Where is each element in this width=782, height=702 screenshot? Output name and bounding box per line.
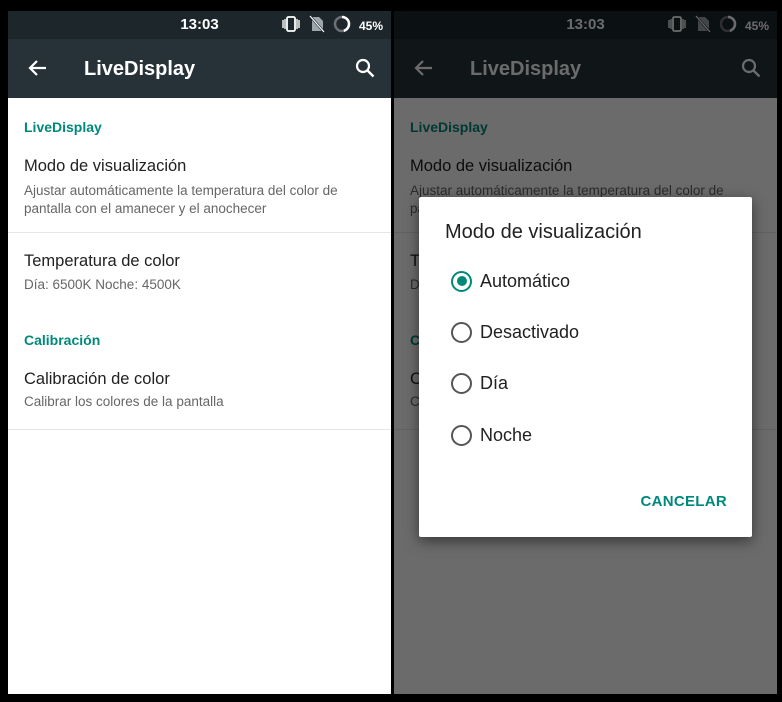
setting-summary: Día: 6500K Noche: 4500K: [24, 277, 181, 292]
no-sim-icon: [309, 15, 325, 37]
section-header-livedisplay: LiveDisplay: [24, 119, 102, 135]
app-bar: LiveDisplay: [8, 39, 391, 98]
setting-title: Modo de visualización: [24, 157, 187, 175]
screen-right: 13:03 45% LiveDisplay LiveDisplay Modo d…: [394, 11, 777, 694]
setting-summary: Ajustar automáticamente la temperatura d…: [24, 183, 338, 216]
radio-option-label: Día: [480, 372, 509, 393]
radio-option-dia[interactable]: Día: [451, 368, 508, 398]
screen-left: 13:03 45% LiveDisplay LiveDisplay Modo d…: [8, 11, 391, 694]
radio-option-label: Automático: [480, 270, 571, 291]
setting-item-display-mode[interactable]: Modo de visualización Ajustar automática…: [8, 150, 391, 232]
page-title: LiveDisplay: [84, 58, 196, 80]
setting-item-color-calibration[interactable]: Calibración de color Calibrar los colore…: [8, 363, 391, 429]
setting-summary: Calibrar los colores de la pantalla: [24, 394, 224, 409]
vibrate-icon: [281, 15, 301, 37]
settings-list: LiveDisplay Modo de visualización Ajusta…: [8, 98, 391, 694]
search-icon[interactable]: [353, 56, 377, 85]
radio-unchecked-icon: [451, 424, 472, 446]
section-header-calibration: Calibración: [24, 332, 101, 348]
radio-option-automatico[interactable]: Automático: [451, 266, 570, 296]
divider: [8, 429, 391, 430]
battery-percent: 45%: [358, 19, 383, 33]
radio-option-label: Desactivado: [480, 321, 580, 342]
setting-title: Calibración de color: [24, 370, 170, 388]
status-bar: 13:03 45%: [8, 11, 391, 39]
radio-option-desactivado[interactable]: Desactivado: [451, 317, 579, 347]
radio-unchecked-icon: [451, 321, 472, 343]
setting-title: Temperatura de color: [24, 252, 180, 270]
back-arrow-icon[interactable]: [26, 56, 50, 85]
display-mode-dialog: Modo de visualización Automático Desacti…: [419, 197, 752, 537]
setting-item-color-temperature[interactable]: Temperatura de color Día: 6500K Noche: 4…: [8, 233, 391, 313]
radio-option-label: Noche: [480, 424, 533, 445]
dialog-title: Modo de visualización: [445, 221, 642, 243]
radio-unchecked-icon: [451, 372, 472, 394]
radio-option-noche[interactable]: Noche: [451, 420, 532, 450]
cancel-button[interactable]: CANCELAR: [640, 493, 727, 510]
radio-checked-icon: [451, 270, 472, 292]
battery-icon: [333, 15, 351, 37]
